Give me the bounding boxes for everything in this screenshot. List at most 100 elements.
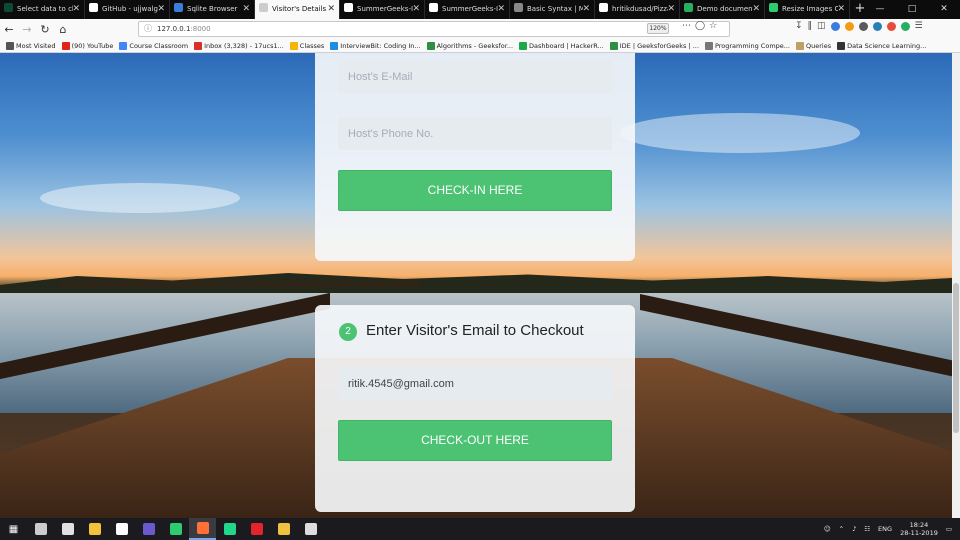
browser-tab[interactable]: SummerGeeks-In ✕ — [340, 0, 425, 19]
visitor-email-field[interactable] — [338, 367, 612, 400]
taskbar-app[interactable] — [189, 518, 216, 540]
bookmark-label: (90) YouTube — [71, 41, 114, 50]
extension-icon[interactable] — [872, 21, 882, 31]
menu-icon[interactable]: ☰ — [915, 21, 923, 31]
browser-tab[interactable]: Visitor's Details ✕ — [255, 0, 340, 19]
bookmark-favicon-icon — [119, 41, 128, 50]
site-info-icon[interactable]: ⓘ — [144, 22, 152, 36]
extension-icon[interactable] — [830, 21, 840, 31]
taskbar-app[interactable] — [54, 518, 81, 540]
tab-close-icon[interactable]: ✕ — [497, 0, 505, 19]
bookmark-item[interactable]: Algorithms - Geeksfor... — [426, 41, 513, 50]
tab-favicon-icon — [259, 3, 268, 12]
tab-favicon-icon — [89, 3, 98, 12]
browser-tab[interactable]: Basic Syntax | Ma ✕ — [510, 0, 595, 19]
taskbar: ▦ ☺ ⌃ ♪ ☷ ENG 18:24 28-11-2019 ▭ — [0, 518, 960, 540]
tab-strip: Select data to change✕GitHub - ujjwalg✕S… — [0, 0, 960, 19]
library-icon[interactable]: ‖ — [808, 21, 813, 31]
taskbar-app[interactable] — [135, 518, 162, 540]
grammarly-icon[interactable] — [900, 21, 910, 31]
bookmark-item[interactable]: Data Science Learning... — [837, 41, 927, 50]
url-port: :8000 — [190, 25, 211, 33]
forward-icon[interactable]: → — [18, 23, 36, 36]
scrollbar-thumb[interactable] — [953, 283, 959, 433]
volume-icon[interactable]: ♪ — [852, 525, 856, 533]
download-icon[interactable]: ↧ — [795, 21, 803, 31]
tab-close-icon[interactable]: ✕ — [667, 0, 675, 19]
extension-icon[interactable] — [886, 21, 896, 31]
bookmark-item[interactable]: Inbox (3,328) - 17ucs1... — [194, 41, 284, 50]
bookmark-item[interactable]: IDE | GeeksforGeeks | ... — [609, 41, 699, 50]
minimize-icon[interactable]: — — [864, 0, 896, 19]
clock-time: 18:24 — [909, 521, 929, 529]
host-phone-field[interactable] — [338, 117, 612, 150]
tab-close-icon[interactable]: ✕ — [327, 0, 335, 19]
zoom-level[interactable]: 120% — [647, 23, 669, 34]
bookmark-label: Data Science Learning... — [847, 41, 927, 50]
bookmark-item[interactable]: (90) YouTube — [61, 41, 114, 50]
taskbar-app[interactable] — [216, 518, 243, 540]
bookmark-item[interactable]: Programming Compe... — [704, 41, 790, 50]
bookmark-item[interactable]: Classes — [289, 41, 324, 50]
pocket-icon[interactable]: ◯ — [695, 21, 705, 31]
tab-close-icon[interactable]: ✕ — [72, 0, 80, 19]
browser-tab[interactable]: Select data to change✕ — [0, 0, 85, 19]
browser-tab[interactable]: SummerGeeks-In ✕ — [425, 0, 510, 19]
start-button[interactable]: ▦ — [0, 518, 27, 540]
taskbar-app[interactable] — [108, 518, 135, 540]
tab-close-icon[interactable]: ✕ — [582, 0, 590, 19]
bookmark-favicon-icon — [609, 41, 618, 50]
browser-tab[interactable]: GitHub - ujjwalg ✕ — [85, 0, 170, 19]
people-icon[interactable]: ☺ — [824, 525, 831, 533]
bookmark-star-icon[interactable]: ☆ — [709, 21, 717, 31]
bookmark-label: Inbox (3,328) - 17ucs1... — [204, 41, 284, 50]
notifications-icon[interactable]: ▭ — [946, 525, 952, 533]
mail-icon — [61, 523, 74, 535]
browser-tab[interactable]: Demo document ✕ — [680, 0, 765, 19]
taskbar-app[interactable] — [243, 518, 270, 540]
bookmark-label: Programming Compe... — [714, 41, 790, 50]
browser-tab[interactable]: hritikdusad/Pizza ✕ — [595, 0, 680, 19]
taskbar-app[interactable] — [162, 518, 189, 540]
bookmark-item[interactable]: Most Visited — [6, 41, 56, 50]
taskbar-app[interactable] — [27, 518, 54, 540]
close-window-icon[interactable]: ✕ — [928, 0, 960, 19]
sidebar-icon[interactable]: ◫ — [817, 21, 826, 31]
acrobat-icon — [250, 523, 263, 535]
bookmark-item[interactable]: Course Classroom — [119, 41, 188, 50]
language-indicator[interactable]: ENG — [878, 525, 892, 533]
bookmark-label: Queries — [805, 41, 832, 50]
account-icon[interactable] — [858, 21, 868, 31]
clock[interactable]: 18:24 28-11-2019 — [900, 521, 938, 537]
tab-close-icon[interactable]: ✕ — [752, 0, 760, 19]
checkin-button[interactable]: CHECK-IN HERE — [338, 170, 612, 211]
tab-favicon-icon — [599, 3, 608, 12]
tray-chevron-icon[interactable]: ⌃ — [839, 525, 844, 533]
taskbar-app[interactable] — [270, 518, 297, 540]
page-scrollbar[interactable] — [952, 53, 960, 518]
bookmark-item[interactable]: Queries — [795, 41, 832, 50]
extension-icon[interactable] — [844, 21, 854, 31]
network-icon[interactable]: ☷ — [864, 525, 870, 533]
taskbar-apps — [27, 518, 324, 540]
tab-close-icon[interactable]: ✕ — [242, 0, 250, 19]
checkout-button[interactable]: CHECK-OUT HERE — [338, 420, 612, 461]
tab-favicon-icon — [4, 3, 13, 12]
host-email-field[interactable] — [338, 60, 612, 93]
tab-close-icon[interactable]: ✕ — [837, 0, 845, 19]
browser-tab[interactable]: Sqlite Browser ✕ — [170, 0, 255, 19]
home-icon[interactable]: ⌂ — [54, 23, 72, 36]
bookmark-item[interactable]: Dashboard | HackerR... — [519, 41, 604, 50]
tab-title: hritikdusad/Pizza — [612, 5, 668, 13]
page-actions-icon[interactable]: ⋯ — [682, 21, 691, 31]
url-bar[interactable]: ⓘ 127.0.0.1:8000 — [138, 21, 730, 37]
taskbar-app[interactable] — [297, 518, 324, 540]
bookmark-item[interactable]: InterviewBit: Coding In... — [330, 41, 421, 50]
taskbar-app[interactable] — [81, 518, 108, 540]
tab-close-icon[interactable]: ✕ — [157, 0, 165, 19]
tab-close-icon[interactable]: ✕ — [412, 0, 420, 19]
maximize-icon[interactable]: □ — [896, 0, 928, 19]
back-icon[interactable]: ← — [0, 23, 18, 36]
browser-tab[interactable]: Resize Images Or ✕ — [765, 0, 850, 19]
reload-icon[interactable]: ↻ — [36, 23, 54, 36]
